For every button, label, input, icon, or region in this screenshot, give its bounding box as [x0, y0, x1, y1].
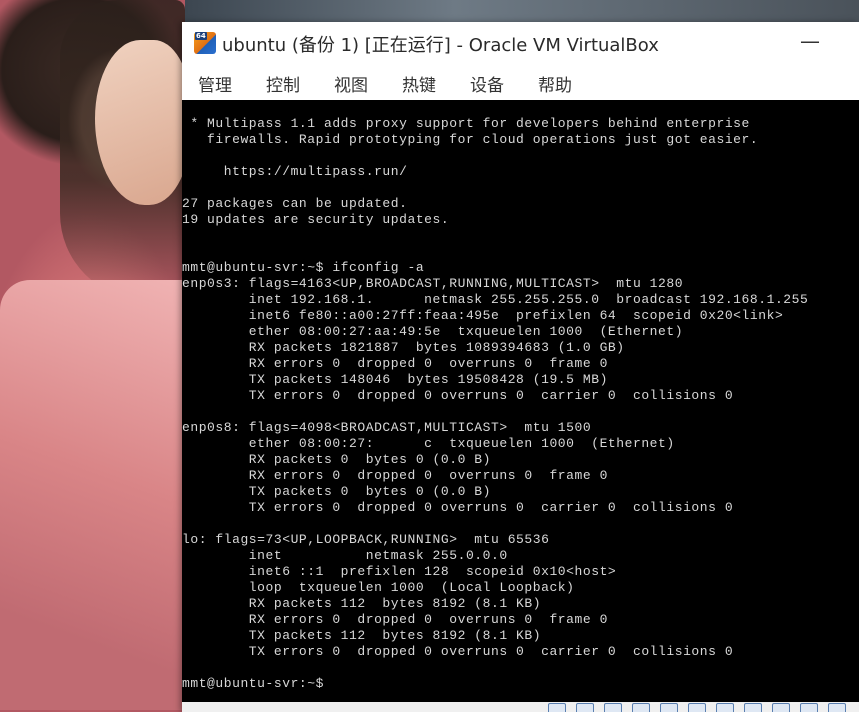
terminal-line: inet netmask 255.0.0.0	[182, 548, 508, 563]
terminal-line: TX errors 0 dropped 0 overruns 0 carrier…	[182, 644, 734, 659]
terminal-line: TX errors 0 dropped 0 overruns 0 carrier…	[182, 500, 734, 515]
keyboard-capture-icon[interactable]	[828, 703, 846, 712]
terminal-line: RX packets 1821887 bytes 1089394683 (1.0…	[182, 340, 625, 355]
recording-icon[interactable]	[744, 703, 762, 712]
vm-console-screen[interactable]: * Multipass 1.1 adds proxy support for d…	[182, 100, 859, 702]
terminal-line: https://multipass.run/	[182, 164, 408, 179]
terminal-line: inet6 fe80::a00:27ff:feaa:495e prefixlen…	[182, 308, 784, 323]
wallpaper-top-strip	[185, 0, 859, 22]
title-bar[interactable]: 64 ubuntu (备份 1) [正在运行] - Oracle VM Virt…	[182, 22, 859, 64]
menu-item-devices[interactable]: 设备	[470, 71, 504, 96]
terminal-line: * Multipass 1.1 adds proxy support for d…	[182, 116, 750, 131]
window-title: ubuntu (备份 1) [正在运行] - Oracle VM Virtual…	[222, 35, 659, 56]
network-icon[interactable]	[632, 703, 650, 712]
menu-item-manage[interactable]: 管理	[198, 71, 232, 96]
terminal-line: 19 updates are security updates.	[182, 212, 450, 227]
virtualbox-window: 64 ubuntu (备份 1) [正在运行] - Oracle VM Virt…	[182, 22, 859, 712]
terminal-line: RX errors 0 dropped 0 overruns 0 frame 0	[182, 612, 608, 627]
terminal-line: mmt@ubuntu-svr:~$ ifconfig -a	[182, 260, 425, 275]
terminal-line: TX packets 112 bytes 8192 (8.1 KB)	[182, 628, 542, 643]
terminal-line: loop txqueuelen 1000 (Local Loopback)	[182, 580, 575, 595]
terminal-line: mmt@ubuntu-svr:~$	[182, 676, 324, 691]
menu-item-control[interactable]: 控制	[266, 71, 300, 96]
terminal-line: RX errors 0 dropped 0 overruns 0 frame 0	[182, 468, 608, 483]
terminal-line: enp0s3: flags=4163<UP,BROADCAST,RUNNING,…	[182, 276, 684, 291]
hard-disk-icon[interactable]	[548, 703, 566, 712]
terminal-output: * Multipass 1.1 adds proxy support for d…	[182, 116, 808, 692]
status-bar	[182, 702, 859, 712]
terminal-line: TX packets 148046 bytes 19508428 (19.5 M…	[182, 372, 608, 387]
terminal-line: ether 08:00:27:aa:49:5e txqueuelen 1000 …	[182, 324, 684, 339]
usb-icon[interactable]	[660, 703, 678, 712]
virtualbox-app-icon[interactable]: 64	[194, 32, 216, 54]
terminal-line: RX packets 112 bytes 8192 (8.1 KB)	[182, 596, 542, 611]
terminal-line: RX errors 0 dropped 0 overruns 0 frame 0	[182, 356, 608, 371]
terminal-line: enp0s8: flags=4098<BROADCAST,MULTICAST> …	[182, 420, 592, 435]
terminal-line: inet 192.168.1. netmask 255.255.255.0 br…	[182, 292, 809, 307]
display-icon[interactable]	[716, 703, 734, 712]
cpu-icon[interactable]	[772, 703, 790, 712]
terminal-line: TX packets 0 bytes 0 (0.0 B)	[182, 484, 491, 499]
menu-item-hotkeys[interactable]: 热键	[402, 71, 436, 96]
menu-item-view[interactable]: 视图	[334, 71, 368, 96]
audio-icon[interactable]	[604, 703, 622, 712]
terminal-line: RX packets 0 bytes 0 (0.0 B)	[182, 452, 491, 467]
terminal-line: lo: flags=73<UP,LOOPBACK,RUNNING> mtu 65…	[182, 532, 550, 547]
terminal-line: inet6 ::1 prefixlen 128 scopeid 0x10<hos…	[182, 564, 617, 579]
terminal-line: ether 08:00:27: c txqueuelen 1000 (Ether…	[182, 436, 675, 451]
shared-folders-icon[interactable]	[688, 703, 706, 712]
minimize-button[interactable]: —	[795, 30, 825, 54]
wallpaper-figure-face	[95, 40, 190, 205]
optical-drive-icon[interactable]	[576, 703, 594, 712]
terminal-line: firewalls. Rapid prototyping for cloud o…	[182, 132, 759, 147]
terminal-line: 27 packages can be updated.	[182, 196, 408, 211]
menu-bar: 管理 控制 视图 热键 设备 帮助	[182, 64, 859, 100]
terminal-line: TX errors 0 dropped 0 overruns 0 carrier…	[182, 388, 734, 403]
menu-item-help[interactable]: 帮助	[538, 71, 572, 96]
mouse-integration-icon[interactable]	[800, 703, 818, 712]
app-icon-badge: 64	[195, 32, 207, 40]
wallpaper-figure-sleeve	[0, 280, 185, 710]
